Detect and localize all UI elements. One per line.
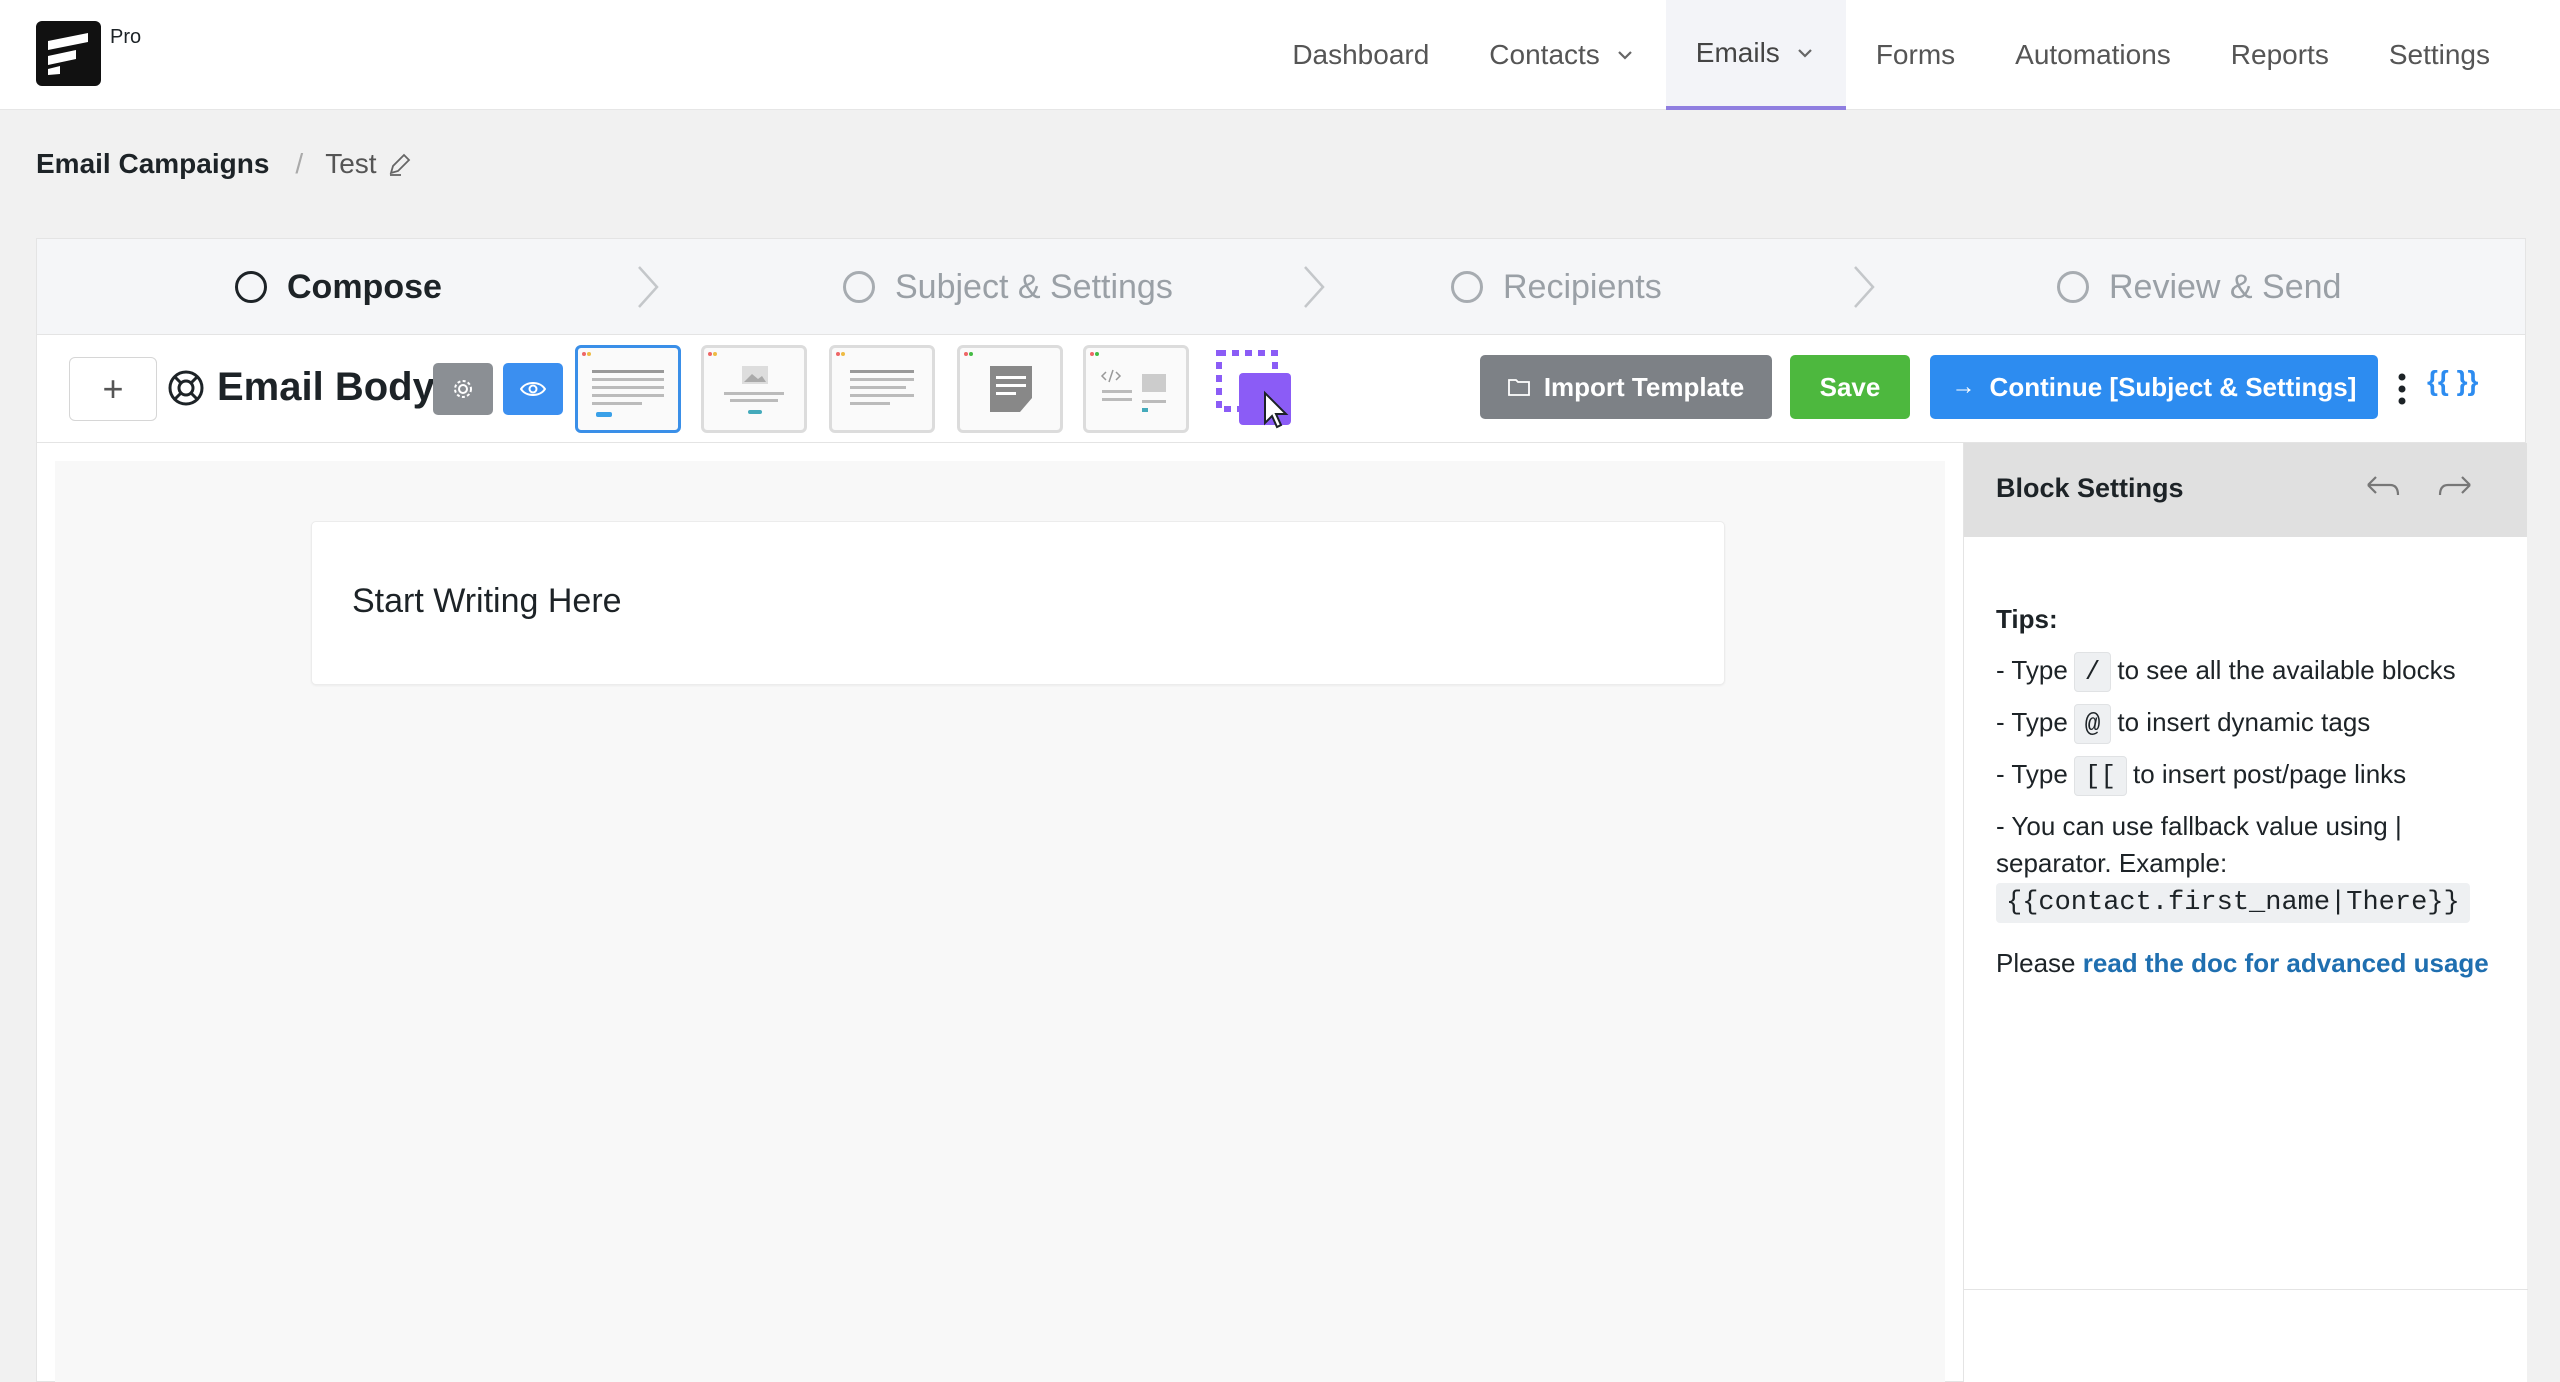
undo-icon[interactable] xyxy=(2364,473,2402,507)
template-layout-icon xyxy=(582,352,664,417)
nav-dashboard[interactable]: Dashboard xyxy=(1262,0,1459,110)
step-status-circle-icon xyxy=(843,271,875,303)
tip-at: - Type @ to insert dynamic tags xyxy=(1996,704,2506,744)
editor-placeholder-text[interactable]: Start Writing Here xyxy=(352,582,622,621)
edit-pencil-icon[interactable] xyxy=(387,151,413,177)
step-chevron-icon xyxy=(638,266,659,308)
doc-note: Please read the doc for advanced usage xyxy=(1996,945,2506,982)
block-settings-header: Block Settings xyxy=(1964,443,2527,537)
main-nav: Dashboard Contacts Emails Forms Automati… xyxy=(1262,0,2520,110)
breadcrumb-separator: / xyxy=(295,148,304,179)
campaign-steps: Compose Subject & Settings Recipients Re… xyxy=(37,239,2525,335)
nav-contacts-label: Contacts xyxy=(1489,39,1600,70)
nav-dashboard-label: Dashboard xyxy=(1292,39,1430,70)
nav-automations-label: Automations xyxy=(2015,39,2171,70)
smart-tags-button[interactable]: {{ }} xyxy=(2427,365,2478,397)
gear-icon xyxy=(454,380,472,398)
tip-fallback: - You can use fallback value using | sep… xyxy=(1996,808,2506,923)
fallback-example-code: {{contact.first_name|There}} xyxy=(1996,883,2470,923)
documentation-link[interactable]: read the doc for advanced usage xyxy=(2083,948,2489,978)
step-status-circle-icon xyxy=(2057,271,2089,303)
pro-badge: Pro xyxy=(110,26,142,48)
step-review-send[interactable]: Review & Send xyxy=(2057,239,2341,335)
email-body-toolbar: + Email Body Import Template Save → Cont… xyxy=(37,335,2525,443)
campaign-editor-card: Compose Subject & Settings Recipients Re… xyxy=(36,238,2528,1382)
breadcrumb-parent-link[interactable]: Email Campaigns xyxy=(36,148,269,180)
visual-builder-icon[interactable] xyxy=(1213,347,1297,431)
email-body-title: Email Body xyxy=(217,365,435,409)
block-settings-panel: Block Settings Tips: - Type / to see all t… xyxy=(1963,443,2528,1382)
step-subject-settings-label: Subject & Settings xyxy=(895,267,1173,306)
doc-note-text: Please xyxy=(1996,948,2076,978)
tip-text: - Type xyxy=(1996,655,2068,685)
step-chevron-icon xyxy=(1304,266,1325,308)
tip-brackets: - Type[[to insert post/page links xyxy=(1996,756,2506,796)
template-layout-icon xyxy=(836,352,914,405)
shortcut-key: [[ xyxy=(2073,756,2127,796)
email-settings-button[interactable] xyxy=(433,363,493,415)
template-thumbnail-text[interactable] xyxy=(829,345,935,433)
import-template-button[interactable]: Import Template xyxy=(1480,355,1772,419)
step-status-circle-icon xyxy=(235,271,267,303)
email-content-block[interactable]: Start Writing Here xyxy=(311,521,1725,685)
tip-text: to insert post/page links xyxy=(2133,759,2407,789)
nav-forms[interactable]: Forms xyxy=(1846,0,1985,110)
tip-text: - Type xyxy=(1996,707,2068,737)
tip-text: - Type xyxy=(1996,759,2068,789)
template-thumbnail-note[interactable] xyxy=(957,345,1063,433)
email-editor-canvas: Start Writing Here xyxy=(55,461,1945,1382)
tips-section: Tips: - Type / to see all the available bl… xyxy=(1996,601,2506,994)
nav-contacts[interactable]: Contacts xyxy=(1459,0,1666,110)
step-subject-settings[interactable]: Subject & Settings xyxy=(843,239,1173,335)
tip-text: to see all the available blocks xyxy=(2117,655,2456,685)
step-compose[interactable]: Compose xyxy=(235,239,442,335)
arrow-right-icon: → xyxy=(1951,373,1976,400)
nav-reports-label: Reports xyxy=(2230,39,2329,70)
continue-label: Continue [Subject & Settings] xyxy=(1989,371,2357,402)
save-button[interactable]: Save xyxy=(1790,355,1910,419)
step-status-circle-icon xyxy=(1451,271,1483,303)
shortcut-key: / xyxy=(2073,652,2112,692)
template-thumbnail-code[interactable] xyxy=(1083,345,1189,433)
tip-slash: - Type / to see all the available blocks xyxy=(1996,652,2506,692)
app-logo[interactable] xyxy=(36,21,101,86)
redo-icon[interactable] xyxy=(2436,473,2474,507)
chevron-down-icon xyxy=(1618,51,1632,60)
step-compose-label: Compose xyxy=(287,267,442,306)
preview-button[interactable] xyxy=(503,363,563,415)
step-recipients-label: Recipients xyxy=(1503,267,1662,306)
top-navigation-bar: Pro Dashboard Contacts Emails Forms Auto… xyxy=(0,0,2560,110)
panel-divider xyxy=(1964,1289,2528,1290)
tip-text: to insert dynamic tags xyxy=(2117,707,2371,737)
nav-emails[interactable]: Emails xyxy=(1665,0,1846,110)
shortcut-key: @ xyxy=(2073,704,2112,744)
template-thumbnail-image[interactable] xyxy=(701,345,807,433)
tip-text: - You can use fallback value using | sep… xyxy=(1996,811,2402,878)
step-chevron-icon xyxy=(1854,266,1875,308)
more-vertical-icon[interactable] xyxy=(2395,369,2409,409)
nav-forms-label: Forms xyxy=(1875,39,1956,70)
add-block-button[interactable]: + xyxy=(69,357,157,421)
template-layout-icon xyxy=(708,352,784,414)
step-review-send-label: Review & Send xyxy=(2109,267,2342,306)
breadcrumb: Email Campaigns / Test xyxy=(36,148,413,180)
lifebuoy-help-icon[interactable] xyxy=(167,369,205,407)
tips-title: Tips: xyxy=(1996,604,2058,634)
step-recipients[interactable]: Recipients xyxy=(1451,239,1662,335)
template-thumbnail-simple[interactable] xyxy=(575,345,681,433)
chevron-down-icon xyxy=(1798,49,1812,58)
breadcrumb-current: Test xyxy=(325,148,377,179)
folder-icon xyxy=(1507,379,1530,396)
template-layout-icon xyxy=(964,352,1032,412)
nav-emails-label: Emails xyxy=(1695,37,1780,68)
nav-reports[interactable]: Reports xyxy=(2201,0,2359,110)
continue-button[interactable]: → Continue [Subject & Settings] xyxy=(1930,355,2378,419)
nav-settings-label: Settings xyxy=(2388,39,2490,70)
block-settings-title: Block Settings xyxy=(1996,473,2184,503)
import-template-label: Import Template xyxy=(1543,371,1745,402)
eye-icon xyxy=(520,382,546,396)
nav-automations[interactable]: Automations xyxy=(1985,0,2201,110)
template-layout-icon xyxy=(1090,352,1166,412)
nav-settings[interactable]: Settings xyxy=(2359,0,2520,110)
